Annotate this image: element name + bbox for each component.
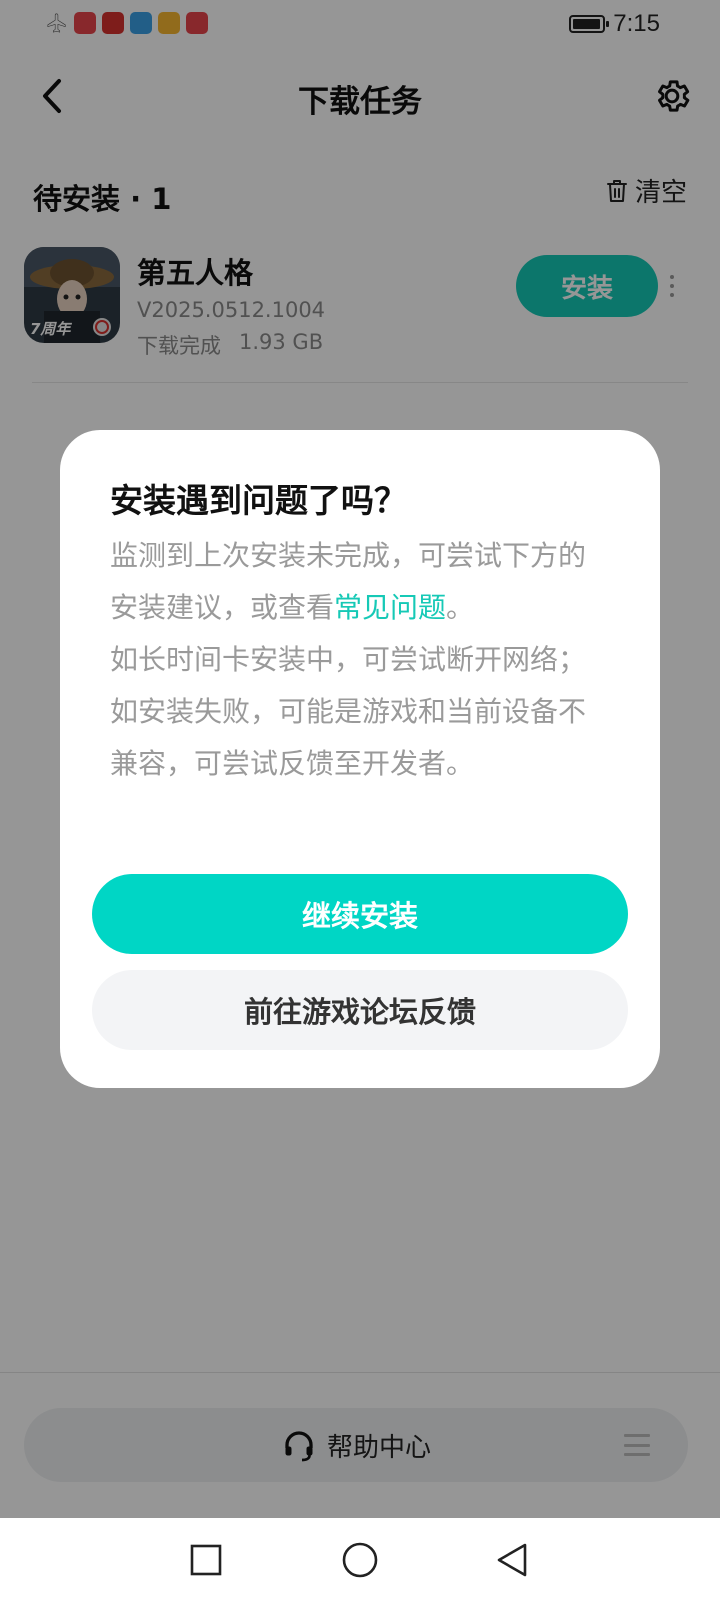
dialog-paragraph: 如长时间卡安装中，可尝试断开网络； <box>110 643 587 676</box>
dialog-title: 安装遇到问题了吗？ <box>110 481 407 520</box>
install-problem-dialog: 安装遇到问题了吗？ 监测到上次安装未完成，可尝试下方的安装建议，或查看常见问题。… <box>60 430 660 1088</box>
recents-button[interactable] <box>182 1536 230 1584</box>
square-icon <box>190 1544 222 1576</box>
forum-feedback-button[interactable]: 前往游戏论坛反馈 <box>92 970 628 1050</box>
dialog-text: 。 <box>446 591 475 624</box>
dialog-paragraph: 监测到上次安装未完成，可尝试下方的安装建议，或查看常见问题。 <box>110 530 610 634</box>
continue-install-button[interactable]: 继续安装 <box>92 874 628 954</box>
home-button[interactable] <box>336 1536 384 1584</box>
dialog-body: 监测到上次安装未完成，可尝试下方的安装建议，或查看常见问题。 如长时间卡安装中，… <box>110 530 610 790</box>
back-nav-button[interactable] <box>488 1536 536 1584</box>
triangle-back-icon <box>497 1543 527 1577</box>
circle-icon <box>342 1542 378 1578</box>
dialog-paragraph: 如安装失败，可能是游戏和当前设备不兼容，可尝试反馈至开发者。 <box>110 695 587 780</box>
faq-link[interactable]: 常见问题 <box>334 591 446 624</box>
system-nav-bar <box>0 1518 720 1600</box>
